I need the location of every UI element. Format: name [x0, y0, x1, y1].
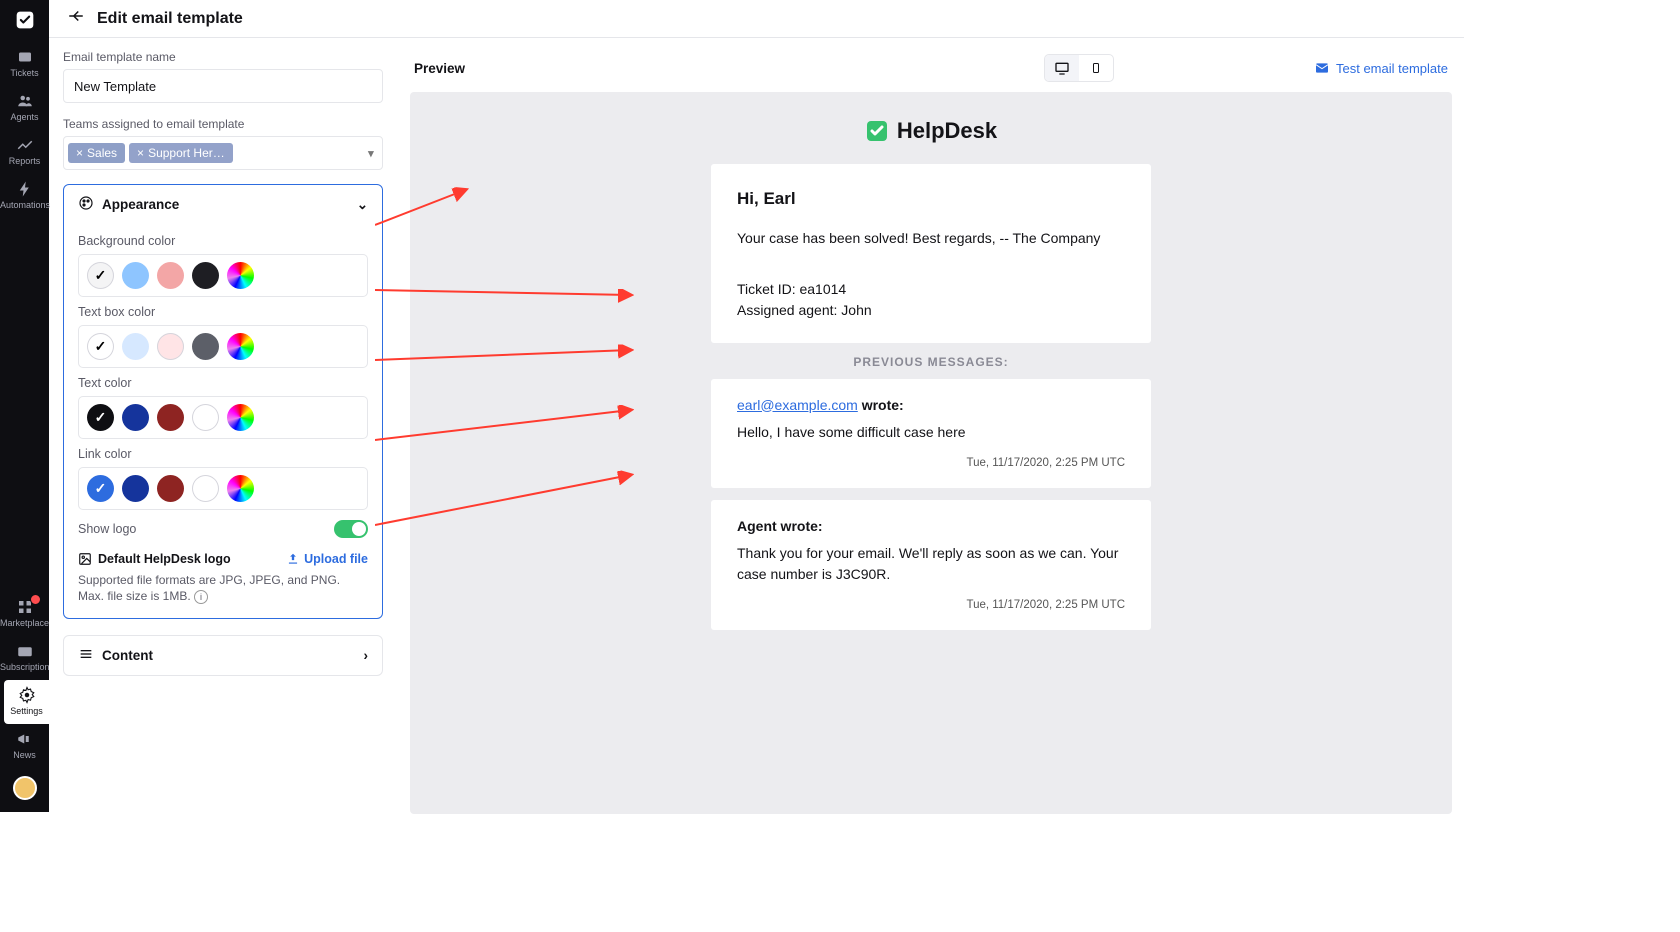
team-tag-support[interactable]: ×Support Her… [129, 143, 233, 163]
message-text: Hello, I have some difficult case here [737, 422, 1125, 443]
palette-icon [78, 195, 94, 214]
back-arrow-icon[interactable] [67, 7, 85, 30]
email-main-card: Hi, Earl Your case has been solved! Best… [711, 164, 1151, 343]
app-logo [15, 0, 35, 42]
text-color-label: Text color [78, 376, 368, 390]
teams-select[interactable]: ×Sales ×Support Her… ▾ [63, 136, 383, 170]
remove-tag-icon[interactable]: × [137, 146, 144, 160]
link-swatch-1[interactable] [122, 475, 149, 502]
box-swatch-4[interactable] [227, 333, 254, 360]
editor-panel: Email template name Teams assigned to em… [63, 50, 383, 692]
bg-swatch-4[interactable] [227, 262, 254, 289]
sidebar-item-agents[interactable]: Agents [0, 86, 49, 130]
link-swatch-4[interactable] [227, 475, 254, 502]
page-header: Edit email template [49, 0, 1464, 38]
user-avatar[interactable] [13, 776, 37, 800]
team-tag-sales[interactable]: ×Sales [68, 143, 125, 163]
previous-message-1: earl@example.com wrote: Hello, I have so… [711, 379, 1151, 488]
box-color-label: Text box color [78, 305, 368, 319]
test-email-link[interactable]: Test email template [1314, 60, 1448, 76]
bg-color-label: Background color [78, 234, 368, 248]
box-swatch-1[interactable] [122, 333, 149, 360]
bg-swatch-0[interactable] [87, 262, 114, 289]
box-swatch-3[interactable] [192, 333, 219, 360]
text-swatch-3[interactable] [192, 404, 219, 431]
box-swatch-2[interactable] [157, 333, 184, 360]
previous-messages-header: PREVIOUS MESSAGES: [470, 355, 1392, 369]
upload-file-link[interactable]: Upload file [286, 552, 368, 566]
formats-note: Supported file formats are JPG, JPEG, an… [78, 572, 368, 604]
content-toggle[interactable]: Content › [64, 636, 382, 675]
sidebar-item-reports[interactable]: Reports [0, 130, 49, 174]
info-icon[interactable]: i [194, 590, 208, 604]
bg-color-row [78, 254, 368, 297]
appearance-toggle[interactable]: Appearance ⌄ [64, 185, 382, 224]
appearance-card: Appearance ⌄ Background color Text box co… [63, 184, 383, 619]
sidebar-item-subscription[interactable]: Subscription [0, 636, 49, 680]
email-agent-line: Assigned agent: John [737, 300, 1125, 321]
message-timestamp: Tue, 11/17/2020, 2:25 PM UTC [737, 455, 1125, 472]
teams-label: Teams assigned to email template [63, 117, 383, 131]
sender-email-link[interactable]: earl@example.com [737, 397, 858, 413]
preview-panel: Preview Test email template HelpDesk Hi,… [410, 50, 1452, 812]
chevron-down-icon[interactable]: ▾ [368, 146, 374, 161]
show-logo-label: Show logo [78, 522, 136, 536]
preview-title: Preview [414, 61, 465, 76]
page-title: Edit email template [97, 10, 243, 28]
remove-tag-icon[interactable]: × [76, 146, 83, 160]
bg-swatch-2[interactable] [157, 262, 184, 289]
show-logo-toggle[interactable] [334, 520, 368, 538]
chevron-down-icon: ⌄ [357, 197, 368, 213]
text-swatch-4[interactable] [227, 404, 254, 431]
content-card: Content › [63, 635, 383, 676]
device-mobile-button[interactable] [1079, 55, 1113, 81]
sidebar-item-tickets[interactable]: Tickets [0, 42, 49, 86]
default-logo-label: Default HelpDesk logo [78, 552, 231, 566]
bg-swatch-3[interactable] [192, 262, 219, 289]
link-swatch-0[interactable] [87, 475, 114, 502]
appearance-title: Appearance [102, 197, 179, 212]
bg-swatch-1[interactable] [122, 262, 149, 289]
link-swatch-2[interactable] [157, 475, 184, 502]
email-body: Your case has been solved! Best regards,… [737, 228, 1125, 249]
box-color-row [78, 325, 368, 368]
text-swatch-1[interactable] [122, 404, 149, 431]
link-swatch-3[interactable] [192, 475, 219, 502]
sidebar-item-settings[interactable]: Settings [4, 680, 49, 724]
link-color-label: Link color [78, 447, 368, 461]
text-color-row [78, 396, 368, 439]
message-text: Thank you for your email. We'll reply as… [737, 543, 1125, 585]
content-title: Content [102, 648, 153, 663]
sidebar-item-news[interactable]: News [0, 724, 49, 768]
left-rail: Tickets Agents Reports Automations Marke… [0, 0, 49, 812]
link-color-row [78, 467, 368, 510]
template-name-label: Email template name [63, 50, 383, 64]
previous-message-2: Agent wrote: Thank you for your email. W… [711, 500, 1151, 630]
email-brand-logo: HelpDesk [470, 118, 1392, 144]
sidebar-item-marketplace[interactable]: Marketplace [0, 592, 49, 636]
text-swatch-0[interactable] [87, 404, 114, 431]
sender-label: Agent wrote: [737, 518, 823, 534]
sidebar-item-automations[interactable]: Automations [0, 174, 49, 218]
chevron-right-icon: › [364, 648, 369, 663]
email-ticket-line: Ticket ID: ea1014 [737, 279, 1125, 300]
device-desktop-button[interactable] [1045, 55, 1079, 81]
list-icon [78, 646, 94, 665]
box-swatch-0[interactable] [87, 333, 114, 360]
message-timestamp: Tue, 11/17/2020, 2:25 PM UTC [737, 597, 1125, 614]
template-name-input[interactable] [63, 69, 383, 103]
email-greeting: Hi, Earl [737, 186, 1125, 212]
preview-surface: HelpDesk Hi, Earl Your case has been sol… [410, 92, 1452, 814]
text-swatch-2[interactable] [157, 404, 184, 431]
